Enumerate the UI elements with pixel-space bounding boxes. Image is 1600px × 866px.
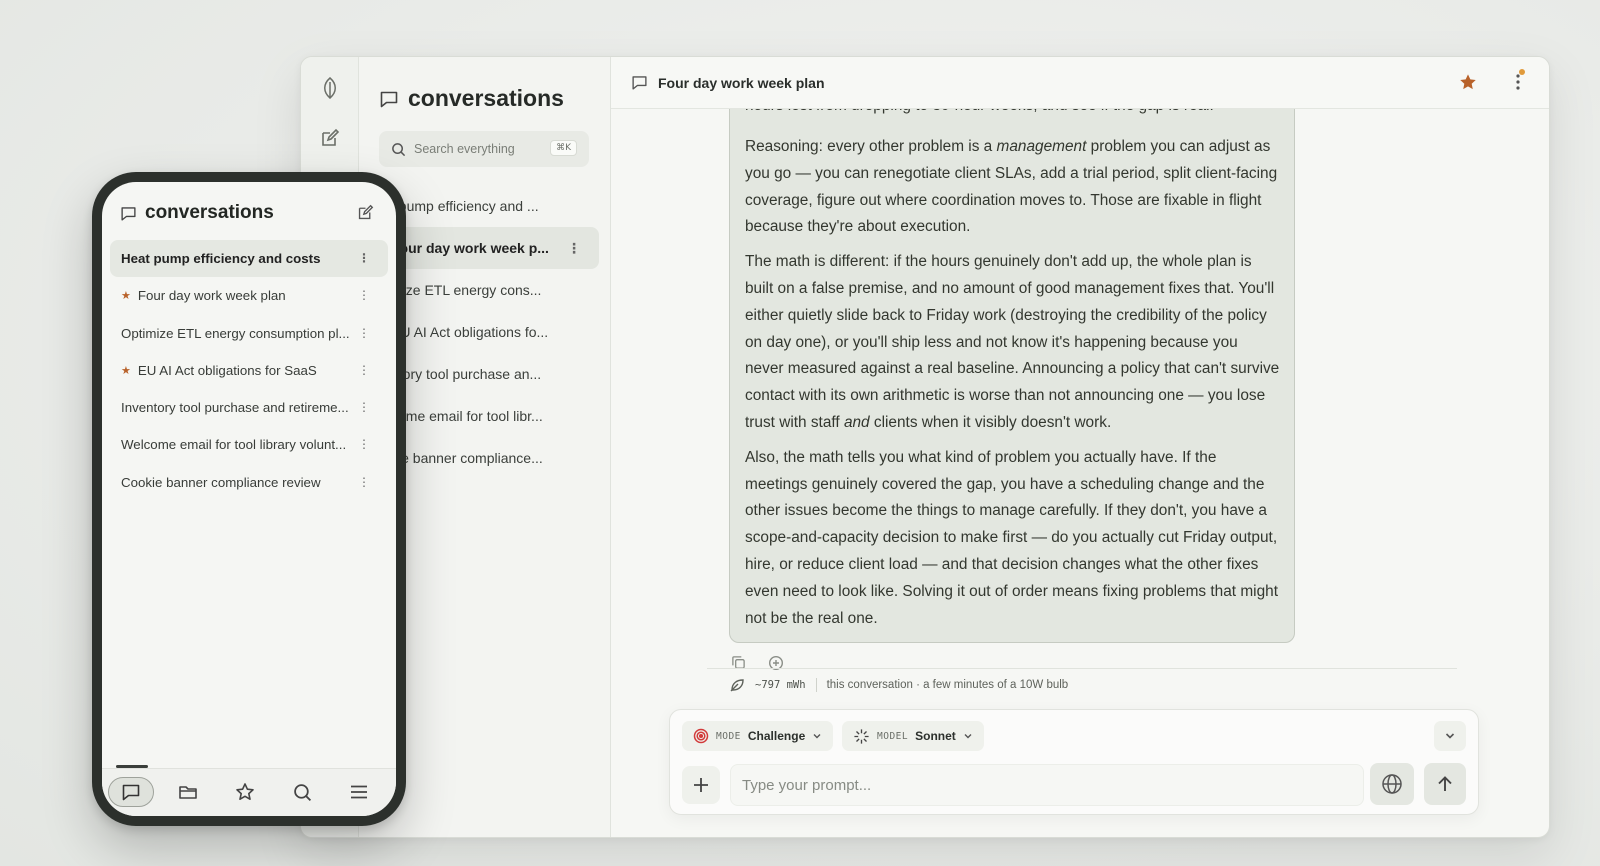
star-icon bbox=[235, 782, 255, 802]
target-icon bbox=[693, 728, 709, 744]
folder-icon bbox=[178, 783, 198, 801]
prompt-composer: MODE Challenge MODEL Sonnet bbox=[669, 709, 1479, 815]
more-options-icon[interactable]: ⋮ bbox=[358, 363, 370, 377]
phone-frame: conversations Heat pump efficiency and c… bbox=[92, 172, 406, 826]
conversation-item[interactable]: Welcome email for tool library volunt...… bbox=[110, 426, 388, 463]
attach-button[interactable] bbox=[682, 766, 720, 804]
conversation-item[interactable]: ★ EU AI Act obligations for SaaS ⋮ bbox=[110, 352, 388, 389]
chat-main: Four day work week plan hours lost from … bbox=[611, 57, 1549, 837]
phone-conversation-list: Heat pump efficiency and costs ⋮ ★ Four … bbox=[110, 240, 388, 501]
message-paragraph: Also, the math tells you what kind of pr… bbox=[745, 448, 1278, 627]
notification-dot bbox=[1519, 69, 1525, 75]
arrow-up-icon bbox=[1436, 775, 1454, 793]
chevron-down-icon bbox=[963, 731, 973, 741]
conversation-title: Four day work week plan bbox=[658, 74, 825, 91]
search-box[interactable]: Search everything ⌘K bbox=[379, 131, 589, 167]
chevron-down-icon bbox=[812, 731, 822, 741]
leaf-logo-icon bbox=[317, 75, 343, 101]
collapse-button[interactable] bbox=[1434, 721, 1466, 751]
phone-screen: conversations Heat pump efficiency and c… bbox=[102, 182, 396, 816]
search-placeholder: Search everything bbox=[414, 142, 515, 156]
prompt-input[interactable] bbox=[730, 764, 1364, 806]
mode-selector[interactable]: MODE Challenge bbox=[682, 721, 834, 751]
message-paragraph: The math is different: if the hours genu… bbox=[745, 253, 1280, 431]
sidebar-title: conversations bbox=[379, 85, 564, 112]
tab-menu[interactable] bbox=[336, 777, 382, 807]
tab-folders[interactable] bbox=[165, 777, 211, 807]
tab-favorites[interactable] bbox=[222, 777, 268, 807]
energy-readout: ~797 mWh this conversation · a few minut… bbox=[729, 677, 1068, 693]
star-icon: ★ bbox=[121, 364, 131, 377]
send-button[interactable] bbox=[1424, 763, 1466, 805]
phone-title: conversations bbox=[120, 202, 274, 224]
conversation-item[interactable]: Inventory tool purchase and retireme... … bbox=[110, 389, 388, 426]
leaf-icon bbox=[729, 677, 745, 693]
conversation-item-active[interactable]: Heat pump efficiency and costs ⋮ bbox=[110, 240, 388, 277]
globe-icon bbox=[1381, 773, 1403, 795]
more-options-icon[interactable]: ⋮ bbox=[358, 288, 370, 302]
active-tab-indicator bbox=[116, 765, 148, 768]
model-selector[interactable]: MODEL Sonnet bbox=[842, 721, 984, 751]
desktop-window: conversations Search everything ⌘K t pum… bbox=[300, 56, 1550, 838]
more-options-icon[interactable]: ⋮ bbox=[358, 437, 370, 451]
search-icon bbox=[391, 142, 406, 157]
star-icon: ★ bbox=[121, 290, 131, 303]
conversation-item[interactable]: ★ Four day work week plan ⋮ bbox=[110, 277, 388, 314]
more-options-icon[interactable] bbox=[1515, 72, 1521, 92]
shortcut-badge: ⌘K bbox=[550, 140, 577, 156]
star-icon[interactable] bbox=[1459, 73, 1477, 91]
energy-note: this conversation · a few minutes of a 1… bbox=[826, 679, 1069, 691]
more-options-icon[interactable]: ⋮ bbox=[358, 326, 370, 340]
chat-bubble-icon bbox=[120, 205, 137, 222]
tab-search[interactable] bbox=[279, 777, 325, 807]
chevron-down-icon bbox=[1444, 730, 1456, 742]
search-icon bbox=[293, 783, 312, 802]
new-chat-icon[interactable] bbox=[317, 125, 343, 151]
new-chat-icon[interactable] bbox=[357, 204, 374, 221]
energy-value: ~797 mWh bbox=[755, 679, 806, 691]
chat-icon bbox=[121, 782, 141, 802]
menu-icon bbox=[350, 784, 368, 800]
message-paragraph: Reasoning: every other problem is a mana… bbox=[745, 138, 1278, 236]
more-options-icon[interactable]: ⋮ bbox=[567, 240, 581, 257]
model-icon bbox=[853, 728, 870, 745]
more-options-icon[interactable]: ⋮ bbox=[358, 251, 370, 265]
phone-tab-bar bbox=[102, 765, 396, 816]
chat-header: Four day work week plan bbox=[611, 57, 1549, 109]
plus-icon bbox=[692, 776, 710, 794]
conversation-item[interactable]: Optimize ETL energy consumption pl... ⋮ bbox=[110, 315, 388, 352]
tab-chats[interactable] bbox=[108, 777, 154, 807]
divider bbox=[815, 678, 817, 692]
divider bbox=[707, 668, 1457, 669]
more-options-icon[interactable]: ⋮ bbox=[358, 475, 370, 489]
conversation-item[interactable]: Cookie banner compliance review ⋮ bbox=[110, 464, 388, 501]
more-options-icon[interactable]: ⋮ bbox=[358, 400, 370, 414]
assistant-message: hours lost from dropping to 30-hour week… bbox=[729, 87, 1295, 643]
chat-bubble-icon bbox=[631, 74, 648, 91]
chat-bubble-icon bbox=[379, 89, 399, 109]
web-search-button[interactable] bbox=[1370, 763, 1414, 805]
